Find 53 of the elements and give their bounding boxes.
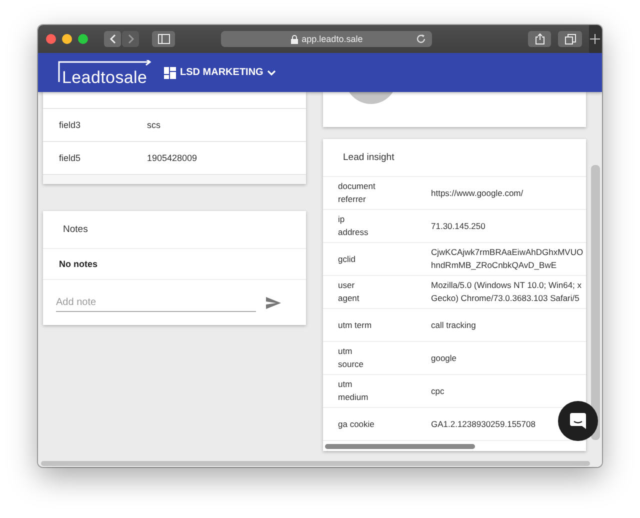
lock-icon: [290, 34, 298, 44]
field-value: 1905428009: [147, 153, 198, 163]
insight-label: utm medium: [337, 378, 370, 404]
zoom-button[interactable]: [78, 34, 88, 44]
insight-value: call tracking: [431, 318, 476, 332]
send-icon[interactable]: [266, 296, 281, 308]
field-value: scs: [147, 120, 160, 130]
insight-label: gclid: [337, 252, 356, 266]
insight-value: CjwKCAjwk7rmBRAaEiwAhDGhxMVUO hndRmMB_ZRoCnbkQAvD_BwE: [431, 246, 584, 272]
field-label: field5: [58, 153, 82, 163]
share-button[interactable]: [528, 31, 552, 47]
back-button[interactable]: [104, 31, 121, 47]
insight-value: 71.30.145.250: [431, 220, 486, 232]
scrollbar-thumb[interactable]: [591, 165, 600, 440]
insight-label: user agent: [337, 279, 360, 305]
insight-label: ga cookie: [337, 418, 376, 430]
card-title: Lead insight: [323, 139, 586, 177]
url-text: app.leadto.sale: [302, 34, 363, 44]
reload-icon[interactable]: [416, 34, 426, 44]
share-icon: [534, 33, 545, 45]
scrollbar-thumb[interactable]: [41, 461, 590, 466]
insight-label: utm term: [337, 318, 373, 332]
empty-notes-text: No notes: [43, 249, 306, 280]
grid-icon: [164, 66, 176, 78]
tabs-button[interactable]: [558, 31, 582, 47]
chat-bubble-icon: [570, 413, 586, 429]
sidebar-button[interactable]: [152, 31, 176, 47]
insight-value: Mozilla/5.0 (Windows NT 10.0; Win64; x Gecko) Chrome/73.0.3683.103 Safari/5: [431, 279, 582, 305]
arrow-icon: [58, 60, 152, 82]
insight-value: https://www.google.com/: [431, 186, 524, 200]
chat-button[interactable]: [558, 401, 598, 441]
insight-value: GA1.2.1238930259.155708: [431, 418, 536, 430]
new-tab-button[interactable]: [588, 25, 602, 53]
plus-icon: [590, 34, 600, 44]
chevron-right-icon: [126, 34, 134, 44]
chevron-left-icon: [108, 34, 116, 44]
forward-button[interactable]: [122, 31, 139, 47]
close-button[interactable]: [46, 34, 56, 44]
field-label: field3: [58, 120, 82, 130]
sidebar-icon: [158, 34, 170, 44]
insight-value: google: [431, 352, 457, 364]
scrollbar-thumb[interactable]: [325, 444, 475, 448]
chevron-down-icon: [267, 70, 276, 76]
address-bar[interactable]: app.leadto.sale: [221, 31, 432, 47]
card-title: Notes: [43, 211, 306, 249]
insight-label: utm source: [337, 345, 365, 371]
tabs-icon: [564, 34, 576, 44]
insight-value: cpc: [431, 384, 444, 398]
minimize-button[interactable]: [62, 34, 72, 44]
logo[interactable]: Leadtosale: [58, 60, 152, 86]
insight-label: document referrer: [337, 180, 376, 206]
insight-label: ip address: [337, 213, 370, 239]
workspace-dropdown[interactable]: LSD MARKETING: [164, 66, 276, 78]
